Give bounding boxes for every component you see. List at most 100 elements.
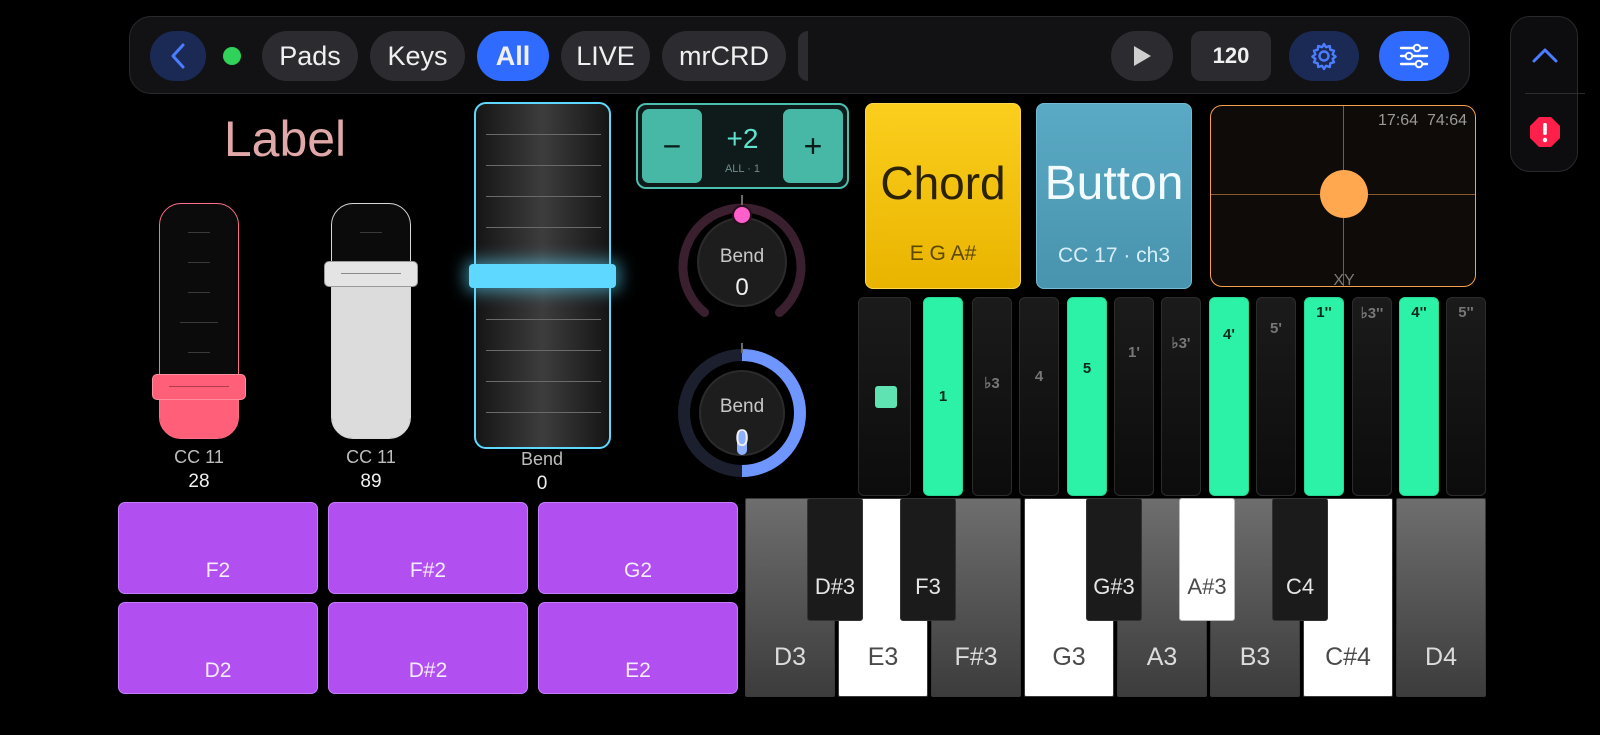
- piano-key-label: B3: [1239, 643, 1271, 671]
- knob-value: 0: [735, 425, 749, 452]
- fader-caption: Bend: [520, 449, 564, 469]
- scale-key[interactable]: [858, 297, 911, 496]
- scale-key[interactable]: 5'': [1446, 297, 1486, 496]
- tab-live[interactable]: LIVE: [561, 31, 650, 81]
- scale-key[interactable]: 4: [1019, 297, 1059, 496]
- scale-key[interactable]: 5: [1067, 297, 1107, 496]
- transpose-stepper: − +2 ALL · 1 +: [636, 103, 849, 189]
- fader-handle[interactable]: [324, 261, 418, 287]
- piano-key-label: D#3: [814, 574, 856, 599]
- scale-key-label: 1: [938, 388, 948, 405]
- pad-label: D2: [204, 659, 232, 682]
- pad-button[interactable]: E2: [538, 602, 738, 694]
- piano-key-label: A#3: [1187, 574, 1227, 599]
- back-button[interactable]: [150, 31, 206, 81]
- fader-value: 0: [536, 473, 548, 494]
- gear-icon: [1311, 42, 1337, 71]
- alert-icon: [1530, 117, 1560, 147]
- cc11-fader-pink[interactable]: [159, 203, 239, 439]
- scale-key-label: ♭3'': [1360, 305, 1384, 322]
- pad-label: E2: [625, 659, 651, 682]
- chevron-left-icon: [171, 43, 185, 69]
- fader-value: 89: [360, 471, 382, 492]
- fader-fill: [332, 268, 410, 438]
- scale-key-label: ♭3': [1171, 335, 1191, 352]
- stepper-value: +2: [726, 123, 759, 154]
- chevron-up-icon: [1532, 48, 1558, 63]
- knob-label: Bend: [719, 246, 765, 267]
- panel-divider: [1525, 93, 1585, 94]
- scale-key-label: ♭3: [984, 375, 1000, 392]
- play-icon: [1134, 46, 1151, 66]
- scale-key[interactable]: 1'': [1304, 297, 1344, 496]
- collapse-button[interactable]: [1523, 37, 1567, 73]
- scale-key[interactable]: ♭3': [1161, 297, 1201, 496]
- scale-mode-indicator: [875, 386, 897, 408]
- tab-mrcrd[interactable]: mrCRD: [662, 31, 786, 81]
- xy-pad[interactable]: 17:64 74:64: [1210, 105, 1476, 287]
- scale-key[interactable]: 5': [1256, 297, 1296, 496]
- xy-label: XY: [1333, 272, 1355, 289]
- side-panel: [1510, 16, 1585, 172]
- pad-button[interactable]: D#2: [328, 602, 528, 694]
- piano-key-label: D4: [1425, 643, 1457, 671]
- piano-key-label: G3: [1052, 643, 1086, 671]
- cc11-fader-white[interactable]: [331, 203, 411, 439]
- tab-keys[interactable]: Keys: [370, 31, 465, 81]
- bend-knob-blue[interactable]: Bend 0: [672, 343, 812, 483]
- scale-key[interactable]: 4': [1209, 297, 1249, 496]
- pad-button[interactable]: G2: [538, 502, 738, 594]
- chord-button[interactable]: Chord E G A#: [865, 103, 1021, 289]
- chord-title: Chord: [880, 157, 1006, 209]
- scale-key-label: 1'': [1316, 304, 1332, 321]
- settings-button[interactable]: [1289, 31, 1359, 81]
- mixer-button[interactable]: [1379, 31, 1449, 81]
- increment-button[interactable]: +: [783, 109, 843, 183]
- xy-handle[interactable]: [1320, 170, 1368, 218]
- alert-button[interactable]: [1528, 115, 1562, 149]
- pad-label: D#2: [408, 659, 448, 682]
- play-button[interactable]: [1111, 31, 1173, 81]
- pad-button[interactable]: F#2: [328, 502, 528, 594]
- piano-black-key[interactable]: C4: [1272, 498, 1328, 621]
- piano-black-key[interactable]: A#3: [1179, 498, 1235, 621]
- label-widget: Label: [223, 111, 347, 167]
- piano-black-key[interactable]: F3: [900, 498, 956, 621]
- piano-key-label: D3: [774, 643, 806, 671]
- fader-caption: CC 11: [174, 447, 224, 467]
- scale-key-label: 5: [1082, 360, 1092, 377]
- piano-key-label: G#3: [1093, 574, 1135, 599]
- piano-key-label: C#4: [1325, 643, 1371, 671]
- piano-black-key[interactable]: G#3: [1086, 498, 1142, 621]
- cc-button[interactable]: Button CC 17 · ch3: [1036, 103, 1192, 289]
- fader-handle[interactable]: [469, 264, 616, 288]
- scale-key-label: 4: [1034, 368, 1044, 385]
- knob-label: Bend: [719, 396, 765, 417]
- scale-key[interactable]: 1: [923, 297, 963, 496]
- tab-overflow[interactable]: [798, 31, 808, 81]
- knob-value: 0: [735, 274, 749, 301]
- scale-key[interactable]: 4'': [1399, 297, 1439, 496]
- scale-key[interactable]: ♭3: [972, 297, 1012, 496]
- piano-key-label: F3: [915, 574, 941, 599]
- pad-button[interactable]: D2: [118, 602, 318, 694]
- connection-status-dot: [223, 47, 241, 65]
- tab-pads[interactable]: Pads: [262, 31, 358, 81]
- decrement-button[interactable]: −: [642, 109, 702, 183]
- scale-key-label: 5'': [1458, 304, 1474, 321]
- xy-readout: 17:64 74:64: [1378, 112, 1467, 129]
- scale-key-label: 4'': [1411, 304, 1427, 321]
- piano-key-label: C4: [1285, 574, 1315, 599]
- piano-white-key[interactable]: D4: [1396, 498, 1486, 697]
- scale-key[interactable]: 1': [1114, 297, 1154, 496]
- tab-all[interactable]: All: [477, 31, 549, 81]
- pad-label: F2: [205, 559, 231, 582]
- scale-key-label: 4': [1223, 326, 1235, 343]
- fader-handle[interactable]: [152, 374, 246, 400]
- tempo-display[interactable]: 120: [1191, 31, 1271, 81]
- pad-button[interactable]: F2: [118, 502, 318, 594]
- scale-key[interactable]: ♭3'': [1352, 297, 1392, 496]
- piano-black-key[interactable]: D#3: [807, 498, 863, 621]
- scale-key-label: 1': [1128, 344, 1140, 361]
- bend-knob-pink[interactable]: Bend 0: [672, 192, 812, 332]
